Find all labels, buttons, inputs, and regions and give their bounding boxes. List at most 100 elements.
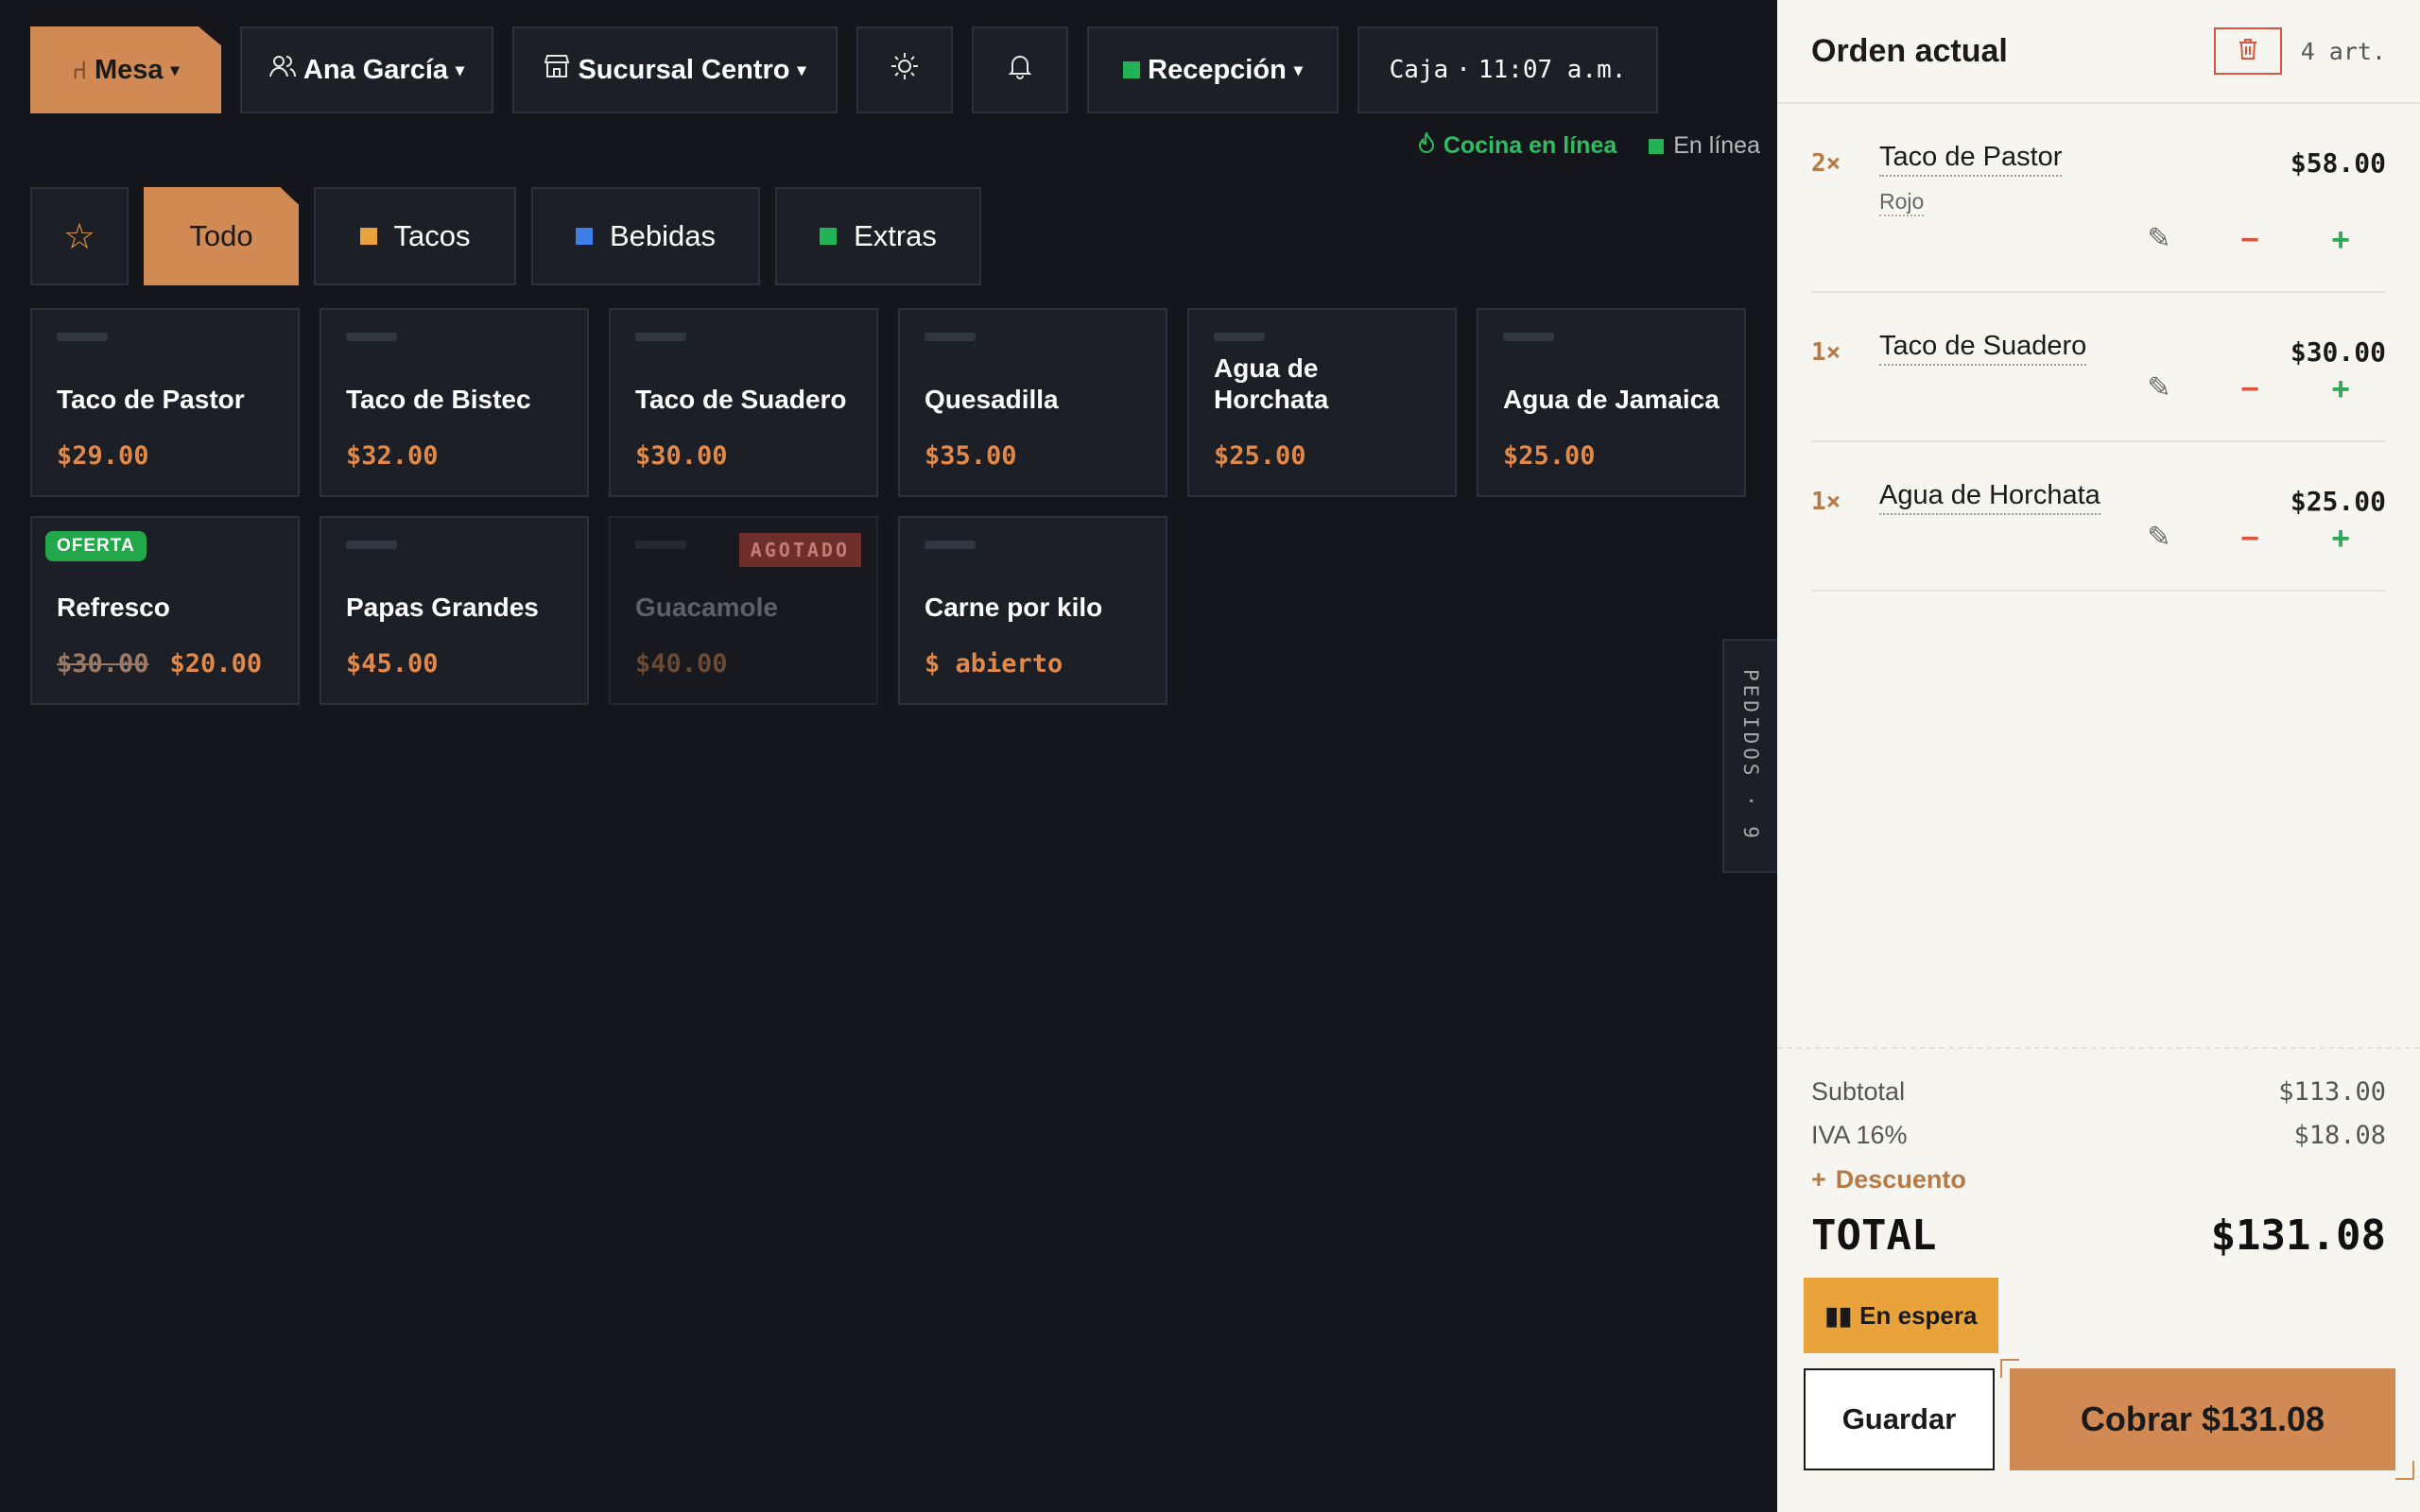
product-price: $25.00 [1214, 441, 1306, 471]
item-qty: 1× [1811, 338, 1841, 367]
orders-drawer-tab[interactable]: PEDIDOS · 9 [1722, 639, 1777, 873]
edit-icon[interactable]: ✎ [2114, 222, 2204, 259]
register-clock: Caja · 11:07 a.m. [1357, 26, 1658, 113]
order-item: 1× Taco de Suadero $30.00 ✎ − + [1811, 293, 2386, 442]
placeholder-bar [925, 333, 976, 341]
product-card[interactable]: Agua de Jamaica $25.00 [1477, 308, 1746, 497]
item-count: 4 art. [2300, 37, 2386, 65]
product-name: Carne por kilo [925, 593, 1103, 623]
plus-icon: + [1811, 1164, 1826, 1194]
product-card[interactable]: Agua de Horchata $25.00 [1187, 308, 1457, 497]
increase-qty-button[interactable]: + [2295, 371, 2386, 408]
station-selector[interactable]: Recepción ▾ [1087, 26, 1339, 113]
increase-qty-button[interactable]: + [2295, 521, 2386, 558]
tab-favorites[interactable]: ☆ [30, 187, 129, 285]
mesa-selector[interactable]: ⑁ Mesa ▾ [30, 26, 221, 113]
item-qty: 1× [1811, 488, 1841, 516]
product-card[interactable]: Taco de Suadero $30.00 [609, 308, 878, 497]
product-card[interactable]: Taco de Bistec $32.00 [320, 308, 589, 497]
item-price: $30.00 [2290, 336, 2386, 368]
user-selector[interactable]: Ana García ▾ [240, 26, 493, 113]
product-price: $29.00 [57, 441, 149, 471]
decrease-qty-button[interactable]: − [2204, 521, 2295, 558]
station-name: Recepción [1148, 54, 1287, 85]
product-card[interactable]: Carne por kilo $ abierto [898, 516, 1167, 705]
tab-tacos[interactable]: Tacos [314, 187, 516, 285]
trash-icon [2238, 38, 2257, 65]
product-grid: Taco de Pastor $29.00 Taco de Bistec $32… [30, 308, 1746, 705]
clear-order-button[interactable] [2213, 27, 2282, 75]
tab-label: Bebidas [609, 219, 717, 252]
product-price: $30.00 [635, 441, 728, 471]
total-row: TOTAL $131.08 [1811, 1202, 2386, 1268]
item-name[interactable]: Agua de Horchata [1879, 480, 2100, 515]
add-discount-button[interactable]: + Descuento [1811, 1157, 2386, 1202]
product-card[interactable]: Papas Grandes $45.00 [320, 516, 589, 705]
connection-status: En línea [1649, 132, 1760, 160]
total-label: TOTAL [1811, 1211, 1937, 1260]
tax-value: $18.08 [2293, 1120, 2386, 1150]
user-name: Ana García [302, 54, 449, 85]
tab-todo[interactable]: Todo [144, 187, 299, 285]
edit-icon[interactable]: ✎ [2114, 521, 2204, 558]
product-name: Taco de Suadero [635, 385, 847, 415]
connection-label: En línea [1673, 132, 1760, 159]
pause-icon: ▮▮ [1824, 1300, 1853, 1330]
hold-order-button[interactable]: ▮▮ En espera [1804, 1278, 1998, 1353]
product-card[interactable]: OFERTA Refresco $30.00 $20.00 [30, 516, 300, 705]
category-color-swatch [359, 228, 377, 245]
product-name: Refresco [57, 593, 170, 623]
placeholder-bar [57, 333, 108, 341]
decrease-qty-button[interactable]: − [2204, 371, 2295, 408]
product-price: $ abierto [925, 649, 1063, 679]
product-name: Guacamole [635, 593, 778, 623]
edit-icon[interactable]: ✎ [2114, 371, 2204, 408]
sale-price: $20.00 [169, 649, 263, 679]
chevron-down-icon: ▾ [1293, 60, 1303, 79]
chevron-down-icon: ▾ [797, 60, 806, 79]
register-label: Caja [1389, 56, 1449, 84]
placeholder-bar [925, 541, 976, 549]
branch-selector[interactable]: Sucursal Centro ▾ [512, 26, 838, 113]
original-price: $30.00 [57, 649, 149, 679]
separator: · [1456, 56, 1471, 84]
theme-toggle-button[interactable] [856, 26, 953, 113]
category-tabs: ☆ Todo Tacos Bebidas Extras [30, 187, 981, 285]
item-modifier[interactable]: Rojo [1879, 189, 1925, 216]
product-price: $45.00 [346, 649, 439, 679]
save-order-button[interactable]: Guardar [1804, 1368, 1995, 1470]
station-status-dot [1123, 61, 1141, 78]
flame-icon [1418, 129, 1434, 160]
chevron-down-icon: ▾ [456, 60, 465, 79]
item-actions: ✎ − + [2114, 222, 2386, 259]
order-item: 2× Taco de Pastor Rojo $58.00 ✎ − + [1811, 104, 2386, 293]
discount-label: Descuento [1835, 1164, 1966, 1194]
bell-icon [1008, 53, 1032, 87]
top-bar: ⑁ Mesa ▾ Ana García ▾ Sucursal Centro ▾ … [30, 26, 1658, 113]
tab-bebidas[interactable]: Bebidas [531, 187, 760, 285]
product-card[interactable]: Taco de Pastor $29.00 [30, 308, 300, 497]
item-name[interactable]: Taco de Pastor [1879, 142, 2063, 177]
increase-qty-button[interactable]: + [2295, 222, 2386, 259]
users-icon [268, 54, 296, 86]
product-price: $30.00 $20.00 [57, 649, 262, 679]
subtotal-value: $113.00 [2278, 1076, 2386, 1107]
product-name: Agua de Jamaica [1503, 385, 1720, 415]
placeholder-bar [635, 541, 686, 549]
total-value: $131.08 [2210, 1211, 2386, 1260]
branch-name: Sucursal Centro [578, 54, 790, 85]
item-name[interactable]: Taco de Suadero [1879, 331, 2087, 366]
decrease-qty-button[interactable]: − [2204, 222, 2295, 259]
chevron-down-icon: ▾ [170, 60, 180, 79]
orders-drawer-label: PEDIDOS · 9 [1739, 669, 1762, 843]
hold-label: En espera [1859, 1300, 1978, 1330]
tab-extras[interactable]: Extras [775, 187, 981, 285]
charge-label: Cobrar $131.08 [2080, 1400, 2325, 1438]
charge-button[interactable]: Cobrar $131.08 [2010, 1368, 2395, 1470]
product-card[interactable]: Quesadilla $35.00 [898, 308, 1167, 497]
product-price: $35.00 [925, 441, 1017, 471]
notifications-button[interactable] [972, 26, 1068, 113]
order-items: 2× Taco de Pastor Rojo $58.00 ✎ − + 1× T… [1777, 104, 2420, 592]
product-price: $32.00 [346, 441, 439, 471]
product-name: Agua de Horchata [1214, 352, 1329, 415]
